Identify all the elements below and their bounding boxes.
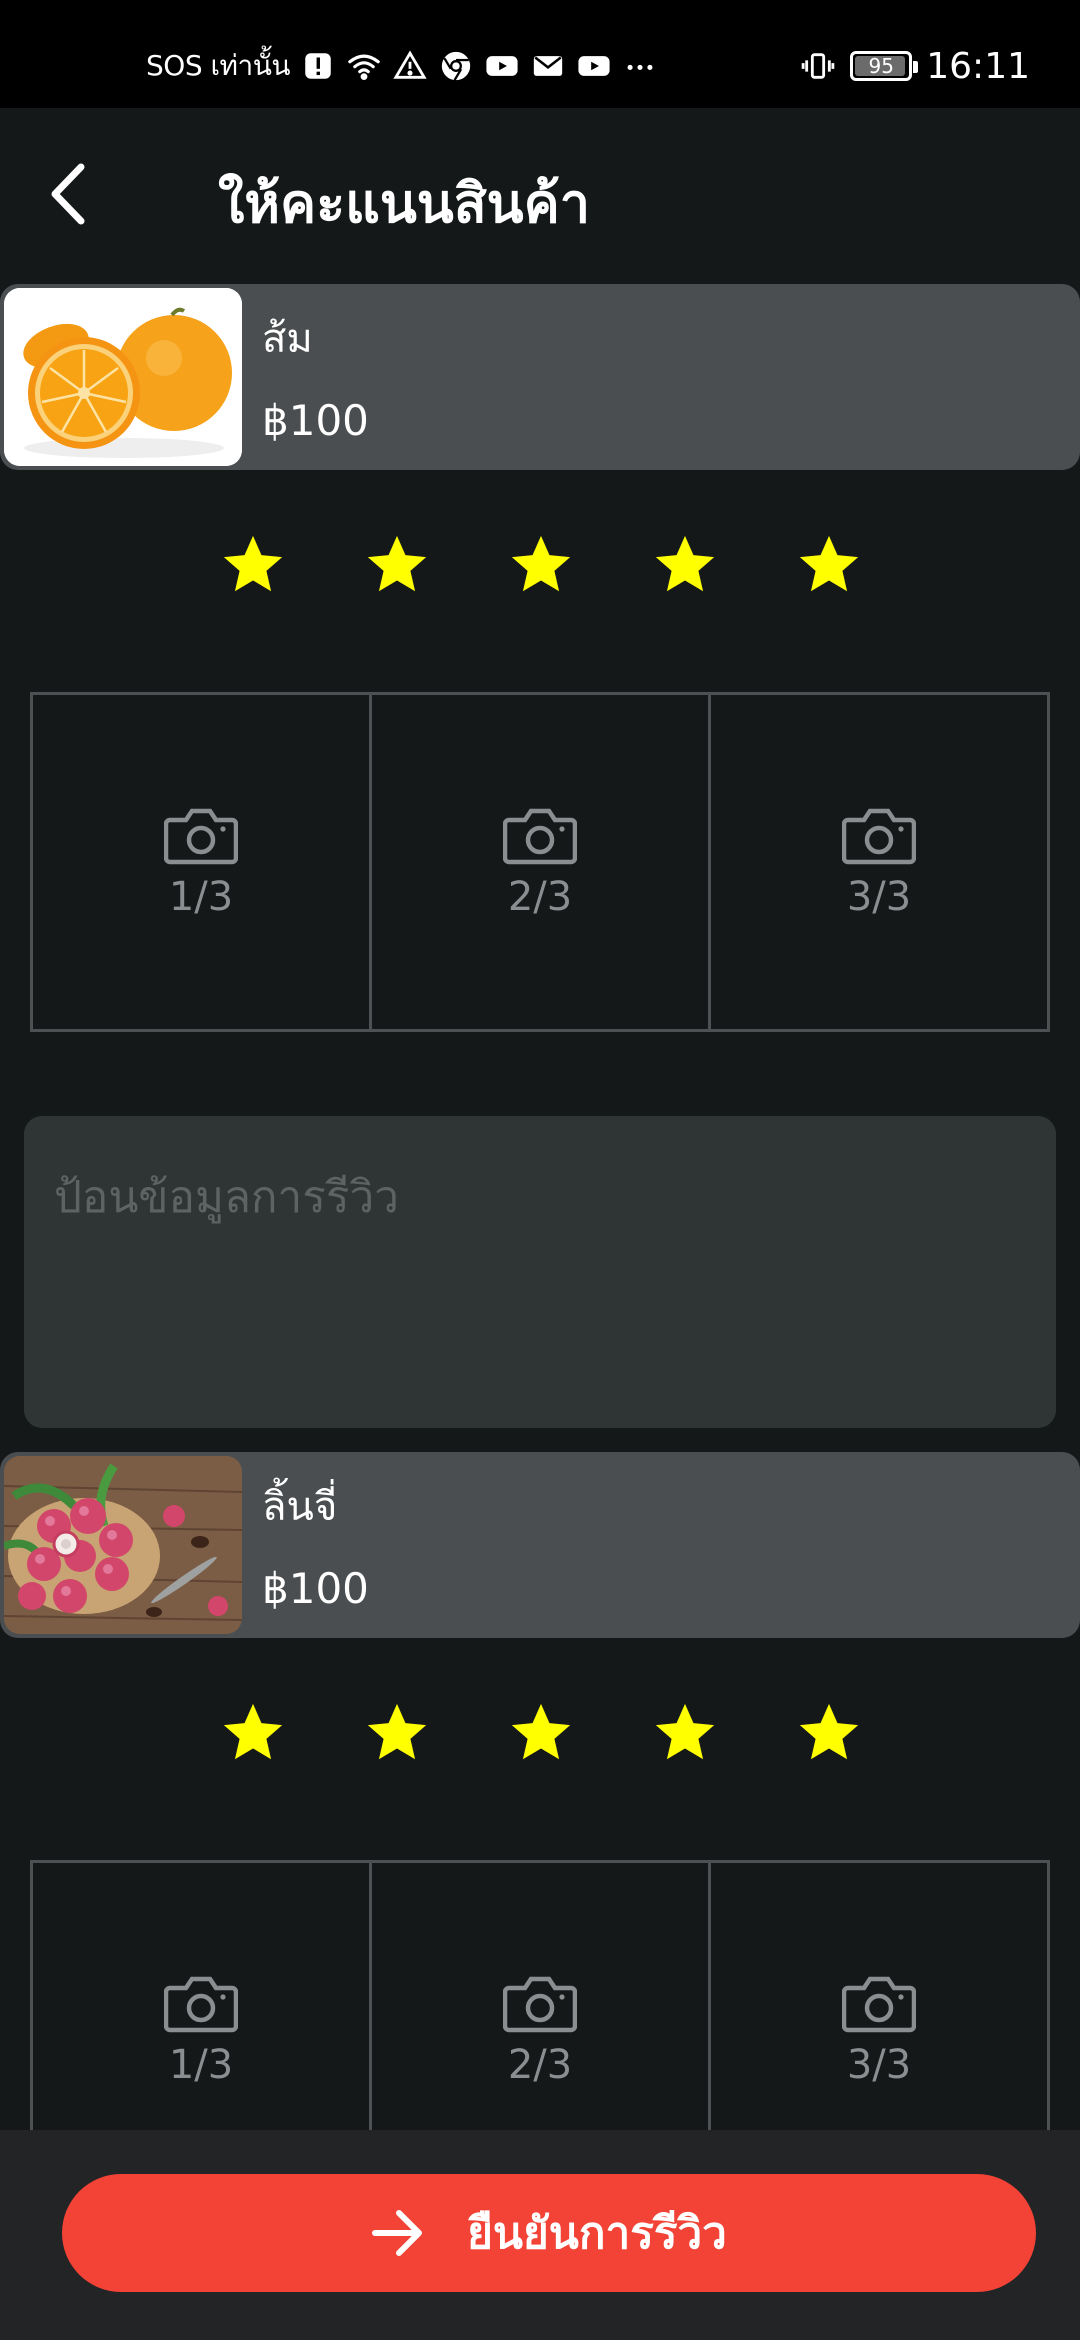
rating-row-lychee (0, 1698, 1080, 1778)
youtube-icon (576, 48, 612, 84)
more-icon (622, 48, 658, 84)
product-price: ฿100 (262, 396, 369, 445)
slot-count: 3/3 (846, 874, 912, 920)
slot-count: 1/3 (168, 874, 234, 920)
camera-icon (842, 1976, 916, 2033)
star-icon[interactable] (218, 530, 288, 600)
vibrate-icon (800, 48, 836, 84)
arrow-right-icon (372, 2210, 423, 2256)
carrier-text: SOS เท่านั้น (146, 49, 291, 82)
warning-icon (392, 48, 428, 84)
star-icon[interactable] (506, 1698, 576, 1768)
camera-icon (164, 1976, 238, 2033)
confirm-review-button[interactable]: ยืนยันการรีวิว (62, 2174, 1036, 2292)
page-title: ให้คะแนนสินค้า (218, 172, 591, 235)
product-name: ลิ้นจี่ (262, 1484, 338, 1530)
star-icon[interactable] (362, 530, 432, 600)
alert-icon (300, 48, 336, 84)
review-box (24, 1116, 1056, 1428)
product-name: ส้ม (262, 316, 313, 362)
chrome-icon (438, 48, 474, 84)
battery-icon: 95 (850, 51, 919, 81)
photo-slot[interactable]: 2/3 (372, 695, 711, 1029)
slot-count: 2/3 (507, 2042, 573, 2088)
chevron-left-icon (51, 163, 85, 225)
mail-icon (530, 48, 566, 84)
star-icon[interactable] (794, 1698, 864, 1768)
star-icon[interactable] (506, 530, 576, 600)
photo-slot[interactable]: 1/3 (33, 695, 372, 1029)
bottom-bar: ยืนยันการรีวิว (0, 2130, 1080, 2340)
review-input[interactable] (24, 1116, 1056, 1428)
product-image-orange (4, 288, 242, 466)
photo-grid-orange: 1/3 2/3 3/3 (30, 692, 1050, 1032)
status-bar: SOS เท่านั้น 95 16:11 (0, 0, 1080, 108)
back-button[interactable] (36, 154, 100, 234)
battery-percent: 95 (868, 54, 894, 78)
star-icon[interactable] (794, 530, 864, 600)
star-icon[interactable] (650, 530, 720, 600)
camera-icon (164, 808, 238, 865)
star-icon[interactable] (650, 1698, 720, 1768)
header: ให้คะแนนสินค้า (0, 108, 1080, 278)
star-icon[interactable] (362, 1698, 432, 1768)
star-icon[interactable] (218, 1698, 288, 1768)
product-card-lychee: ลิ้นจี่ ฿100 (0, 1452, 1080, 1638)
status-right: 95 16:11 (800, 44, 1030, 88)
clock: 16:11 (926, 45, 1030, 87)
slot-count: 2/3 (507, 874, 573, 920)
youtube-icon (484, 48, 520, 84)
wifi-icon (346, 48, 382, 84)
camera-icon (842, 808, 916, 865)
product-image-lychee (4, 1456, 242, 1634)
camera-icon (503, 808, 577, 865)
rating-row-orange (0, 530, 1080, 610)
photo-slot[interactable]: 3/3 (711, 695, 1047, 1029)
confirm-label: ยืนยันการรีวิว (467, 2208, 727, 2259)
product-price: ฿100 (262, 1564, 369, 1613)
product-card-orange: ส้ม ฿100 (0, 284, 1080, 470)
slot-count: 1/3 (168, 2042, 234, 2088)
status-left: SOS เท่านั้น (146, 46, 658, 86)
slot-count: 3/3 (846, 2042, 912, 2088)
camera-icon (503, 1976, 577, 2033)
